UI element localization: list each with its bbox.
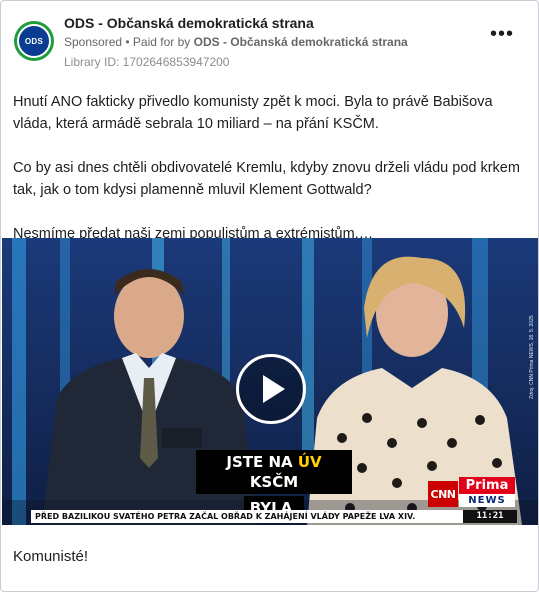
ad-header: ODS ODS - Občanská demokratická strana S…: [1, 1, 538, 77]
post-paragraph: Hnutí ANO fakticky přivedlo komunisty zp…: [13, 94, 493, 132]
play-icon: [263, 375, 285, 403]
post-paragraph: Co by asi dnes chtěli obdivovatelé Kreml…: [13, 160, 520, 198]
sponsored-meta: Sponsored • Paid for by ODS - Občanská d…: [64, 35, 408, 49]
play-button[interactable]: [236, 354, 306, 424]
more-options-icon[interactable]: •••: [490, 24, 514, 44]
caption-pre: JSTE NA: [226, 453, 298, 471]
news-ticker: PŘED BAZILIKOU SVATÉHO PETRA ZAČAL OBŘAD…: [31, 510, 517, 523]
caption-line-1: JSTE NA ÚV KSČM: [196, 450, 352, 494]
prima-logo-bottom: NEWS: [468, 495, 506, 506]
ad-headline: Komunisté!: [13, 548, 89, 565]
ods-logo: ODS: [17, 24, 51, 58]
ad-card: ODS ODS - Občanská demokratická strana S…: [0, 0, 539, 592]
library-id: Library ID: 1702646853947200: [64, 55, 230, 69]
prima-logo-top: Prima: [459, 477, 515, 494]
prima-news-logo: Prima NEWS: [459, 477, 515, 507]
page-name-link[interactable]: ODS - Občanská demokratická strana: [64, 15, 314, 31]
cnn-logo: CNN: [428, 481, 458, 507]
sponsored-label: Sponsored: [64, 35, 123, 49]
ticker-text: PŘED BAZILIKOU SVATÉHO PETRA ZAČAL OBŘAD…: [35, 512, 416, 521]
caption-highlight: ÚV: [297, 453, 322, 471]
caption-post: KSČM: [249, 473, 299, 491]
ticker-clock: 11:21: [463, 510, 517, 523]
paid-for-by: ODS - Občanská demokratická strana: [193, 35, 408, 49]
video-side-credit: Zdroj: CNN Prima NEWS, 18. 5. 2025: [523, 251, 535, 401]
side-credit-text: Zdroj: CNN Prima NEWS, 18. 5. 2025: [529, 315, 535, 399]
page-avatar[interactable]: ODS: [14, 21, 54, 61]
paid-for-prefix: • Paid for by: [122, 35, 194, 49]
